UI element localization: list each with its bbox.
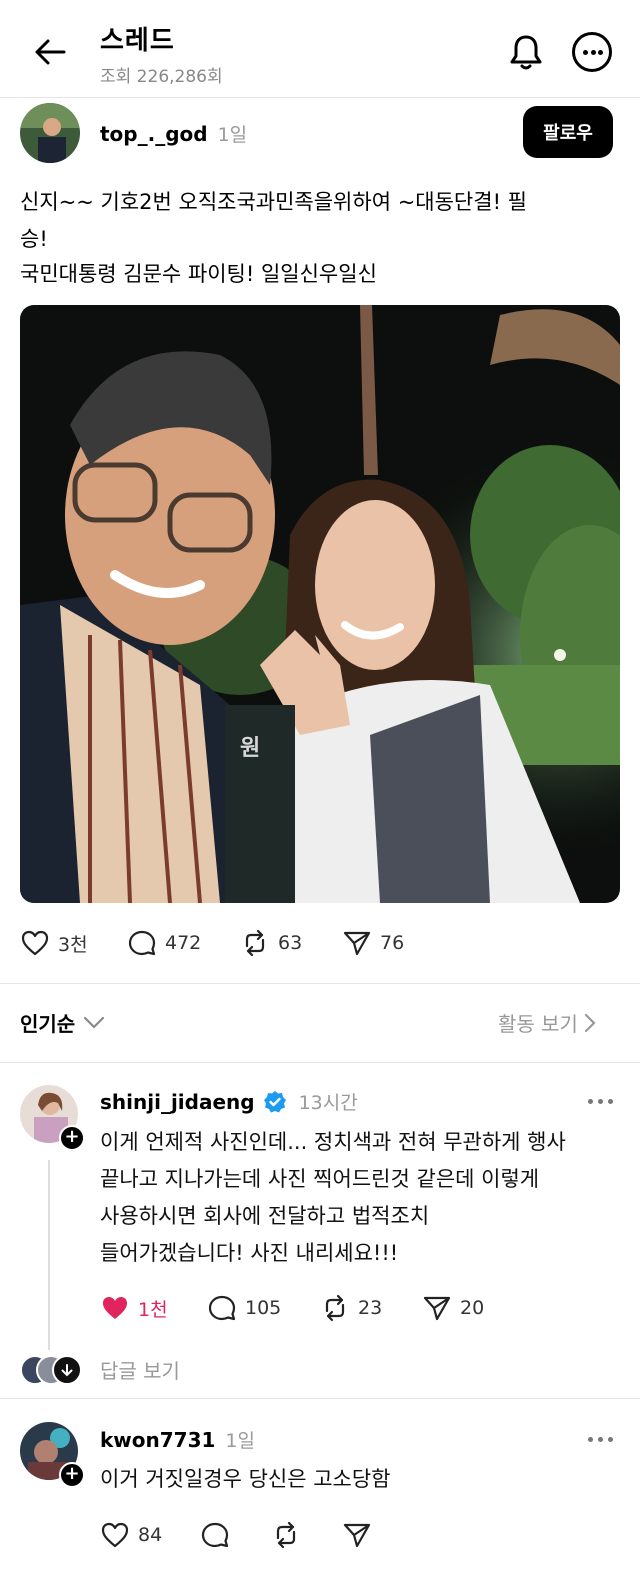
heart-icon xyxy=(21,930,49,956)
post-time: 1일 xyxy=(217,124,248,146)
comment-bubble-icon xyxy=(201,1522,229,1548)
share-button[interactable]: 76 xyxy=(342,928,404,958)
chevron-down-icon xyxy=(84,1016,105,1029)
reply-avatars[interactable] xyxy=(20,1355,82,1385)
comment-like-count: 1천 xyxy=(138,1298,168,1321)
heart-filled-icon xyxy=(103,1297,127,1319)
activity-link[interactable]: 활동 보기 xyxy=(498,1008,596,1037)
sort-dropdown[interactable]: 인기순 xyxy=(20,1008,105,1037)
comment-divider xyxy=(0,1398,640,1399)
post-text-line-3: 국민대통령 김문수 파이팅! 일일신우일신 xyxy=(20,262,377,286)
more-options-icon[interactable] xyxy=(572,32,612,72)
like-button[interactable]: 3천 xyxy=(20,928,88,958)
header-divider xyxy=(0,97,640,98)
comment-text-line-1: 이게 언제적 사진인데... 정치색과 전혀 무관하게 행사 xyxy=(100,1130,566,1154)
photo-text-mark: 원 xyxy=(240,736,260,761)
chevron-right-icon xyxy=(584,1013,596,1032)
author-avatar[interactable] xyxy=(20,103,80,163)
sort-label: 인기순 xyxy=(20,1012,76,1036)
post-photo[interactable]: 원 xyxy=(20,305,620,903)
comment-reply-count: 105 xyxy=(245,1297,282,1319)
repost-button[interactable]: 63 xyxy=(240,928,302,958)
comment-share-count: 20 xyxy=(460,1297,485,1319)
author-username[interactable]: top_._god xyxy=(100,122,208,146)
post-text-line-1: 신지~~ 기호2번 오직조국과민족을위하여 ~대동단결! 필 xyxy=(20,190,527,214)
comment-reply-button[interactable] xyxy=(200,1520,230,1550)
comment-like-button[interactable]: 84 xyxy=(100,1520,162,1550)
follow-button[interactable]: 팔로우 xyxy=(523,106,613,158)
follow-plus-icon[interactable]: + xyxy=(59,1462,85,1488)
stats-divider xyxy=(0,983,640,984)
verified-badge-icon xyxy=(263,1090,286,1112)
repost-count: 63 xyxy=(278,932,303,954)
comment-text-line-4: 들어가겠습니다! 사진 내리세요!!! xyxy=(100,1241,399,1265)
comment-time: 13시간 xyxy=(298,1092,358,1114)
view-replies-link[interactable]: 답글 보기 xyxy=(100,1355,180,1384)
view-count: 조회 226,286회 xyxy=(100,67,223,87)
back-arrow-icon[interactable] xyxy=(30,33,68,71)
send-icon xyxy=(343,1523,371,1548)
bell-icon[interactable] xyxy=(506,32,546,72)
send-icon xyxy=(423,1296,451,1321)
arrow-down-icon xyxy=(52,1355,82,1385)
repost-icon xyxy=(325,1294,345,1322)
page-title: 스레드 xyxy=(100,26,175,56)
comment-repost-button[interactable]: 23 xyxy=(320,1293,382,1323)
commenter-username[interactable]: shinji_jidaeng xyxy=(100,1090,255,1114)
commenter-username[interactable]: kwon7731 xyxy=(100,1428,215,1452)
comment-reply-button[interactable]: 105 xyxy=(207,1293,281,1323)
repost-icon xyxy=(276,1521,296,1549)
comment-button[interactable]: 472 xyxy=(127,928,201,958)
comment-share-button[interactable]: 20 xyxy=(422,1293,484,1323)
repost-icon xyxy=(245,929,265,957)
activity-label: 활동 보기 xyxy=(498,1012,578,1036)
comment-like-button[interactable]: 1천 xyxy=(100,1293,168,1323)
comment-repost-button[interactable] xyxy=(271,1520,301,1550)
like-count: 3천 xyxy=(58,933,88,956)
comment-share-button[interactable] xyxy=(342,1520,372,1550)
follow-plus-icon[interactable]: + xyxy=(59,1125,85,1151)
comment-text-line-1: 이거 거짓일경우 당신은 고소당함 xyxy=(100,1467,391,1491)
comment-bubble-icon xyxy=(208,1295,236,1321)
comment-repost-count: 23 xyxy=(358,1297,383,1319)
comment-bubble-icon xyxy=(128,930,156,956)
comment-text-line-2: 끝나고 지나가는데 사진 찍어드린것 같은데 이렇게 xyxy=(100,1167,540,1191)
comment-text-line-3: 사용하시면 회사에 전달하고 법적조치 xyxy=(100,1204,430,1228)
thread-line xyxy=(48,1160,50,1350)
comment-time: 1일 xyxy=(225,1430,255,1452)
send-icon xyxy=(343,931,371,956)
comment-more-icon[interactable] xyxy=(588,1099,613,1104)
heart-icon xyxy=(101,1522,129,1548)
share-count: 76 xyxy=(380,932,405,954)
comment-count: 472 xyxy=(165,932,202,954)
comment-like-count: 84 xyxy=(138,1524,163,1546)
post-text-line-2: 승! xyxy=(20,227,48,251)
sort-divider xyxy=(0,1062,640,1063)
comment-more-icon[interactable] xyxy=(588,1437,613,1442)
